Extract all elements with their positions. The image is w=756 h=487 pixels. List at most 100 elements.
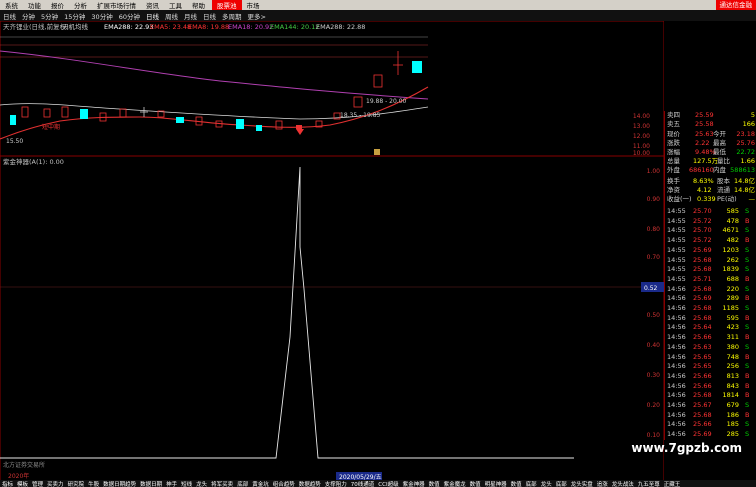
- ask-volume: 166: [742, 120, 755, 128]
- tick-volume: 262: [726, 255, 739, 264]
- indicator-tab[interactable]: 数值: [468, 480, 483, 487]
- period-tab[interactable]: 月线: [181, 11, 200, 21]
- indicator-tab[interactable]: 正藏王: [662, 480, 683, 487]
- tick-price: 25.68: [693, 284, 712, 293]
- period-tab[interactable]: 15分钟: [61, 11, 88, 21]
- period-tab[interactable]: 日线: [0, 11, 19, 21]
- indicator-tab[interactable]: 龙头战法: [610, 480, 636, 487]
- indicator-tab[interactable]: 研究院: [66, 480, 87, 487]
- broker-label: 通达信金融: [715, 0, 756, 10]
- indicator-tab[interactable]: 支撑阻力: [323, 480, 349, 487]
- indicator-tab[interactable]: 数值: [509, 480, 524, 487]
- indicator-tab[interactable]: 龙头实盘: [569, 480, 595, 487]
- tick-direction: S: [745, 362, 750, 371]
- menu-item[interactable]: 工具: [164, 0, 187, 10]
- indicator-tab[interactable]: 数值: [427, 480, 442, 487]
- indicator-tab[interactable]: 组合趋势: [271, 480, 297, 487]
- period-tab[interactable]: 日线: [143, 11, 162, 21]
- menu-item[interactable]: 扩展市场行情: [92, 0, 141, 10]
- period-tab[interactable]: 周线: [162, 11, 181, 21]
- tick-time: 14:56: [667, 410, 686, 419]
- tick-row: 14:55 25.72 482 B: [665, 236, 756, 245]
- tick-time: 14:56: [667, 304, 686, 312]
- indicator-tab[interactable]: 短线: [179, 480, 194, 487]
- period-tab[interactable]: 30分钟: [88, 11, 115, 21]
- indicator-tab[interactable]: 明星神器: [483, 480, 509, 487]
- period-tab[interactable]: 5分钟: [38, 11, 61, 21]
- price-tick: 11.00: [633, 143, 650, 150]
- stat-label: 涨跌: [667, 139, 680, 147]
- tick-price: 25.68: [693, 265, 712, 274]
- indicator-tab[interactable]: 将军买卖: [209, 480, 235, 487]
- tick-direction: S: [745, 255, 750, 264]
- menu-item[interactable]: 资讯: [141, 0, 164, 10]
- indicator-tab[interactable]: 龙头: [539, 480, 554, 487]
- tick-time: 14:56: [667, 284, 686, 293]
- ema-legend-item: 天机均线: [62, 22, 89, 31]
- indicator-tab[interactable]: 数据日期趋势: [101, 480, 138, 487]
- period-tab[interactable]: 分钟: [19, 11, 38, 21]
- candle-down: [256, 125, 262, 131]
- tick-row: 14:56 25.67 679 S: [665, 401, 756, 410]
- tick-row: 14:56 25.66 813 B: [665, 372, 756, 381]
- tick-direction: S: [745, 342, 750, 351]
- indicator-tab[interactable]: 追涨: [595, 480, 610, 487]
- tick-time: 14:56: [667, 420, 686, 429]
- tick-row: 14:56 25.68 220 S: [665, 285, 756, 294]
- tick-price: 25.72: [693, 216, 712, 225]
- menu-item-active[interactable]: 股票池: [212, 0, 242, 10]
- indicator-tab[interactable]: 底部: [554, 480, 569, 487]
- indicator-tab[interactable]: 70线通道: [349, 480, 377, 487]
- ema-legend: 天机均线 EMA288: 22.93 EMA5: 23.48 EMA8: 19.…: [62, 22, 365, 31]
- indicator-tab[interactable]: 管理: [30, 480, 45, 487]
- tick-row: 14:55 25.72 478 B: [665, 217, 756, 226]
- tick-price: 25.72: [693, 236, 712, 245]
- stat-value: 1.66: [740, 157, 755, 165]
- menu-item[interactable]: 报价: [46, 0, 69, 10]
- stat-label: 量比: [717, 157, 730, 165]
- indicator-tab[interactable]: 九五至尊: [636, 480, 662, 487]
- indicator-tab[interactable]: 底部: [235, 480, 250, 487]
- period-tab[interactable]: 60分钟: [116, 11, 143, 21]
- indicator-tab[interactable]: 底部: [524, 480, 539, 487]
- stat-label: 收益(一): [667, 195, 692, 203]
- candle-marker: [296, 125, 302, 129]
- tick-direction: B: [745, 371, 750, 380]
- indicator-tab[interactable]: CCI超级: [376, 480, 400, 487]
- menu-item[interactable]: 市场: [242, 0, 265, 10]
- price-tick: 14.00: [633, 113, 650, 120]
- indicator-tab[interactable]: 模板: [15, 480, 30, 487]
- menu-item[interactable]: 系统: [0, 0, 23, 10]
- chart-area[interactable]: 天齐锂业(日线,前复权) 天机均线 EMA288: 22.93 EMA5: 23…: [0, 21, 664, 483]
- menu-item[interactable]: 功能: [23, 0, 46, 10]
- indicator-tab[interactable]: 神手: [164, 480, 179, 487]
- indicator-tab[interactable]: 黄金坑: [250, 480, 271, 487]
- period-tab[interactable]: 更多>: [244, 11, 268, 21]
- indicator-tab[interactable]: 牛股: [86, 480, 101, 487]
- tick-row: 14:56 25.63 380 S: [665, 343, 756, 352]
- indicator-tab[interactable]: 紫金神器: [401, 480, 427, 487]
- indicator-tab[interactable]: 买卖力: [45, 480, 66, 487]
- tick-list[interactable]: 14:55 25.70 585 S 14:55 25.72 478 B 14:55 25.70 46…: [664, 207, 756, 440]
- watermark-text: www.7gpzb.com: [631, 441, 742, 455]
- period-tab[interactable]: 多周期: [219, 11, 245, 21]
- indicator-tab[interactable]: 数据趋势: [297, 480, 323, 487]
- indicator-tick: 0.40: [647, 342, 661, 349]
- info-marker[interactable]: [374, 149, 380, 155]
- indicator-tab[interactable]: 指标: [0, 480, 15, 487]
- tick-volume: 380: [726, 342, 739, 351]
- price-tick: 13.00: [633, 123, 650, 130]
- stat-value: 8.63%: [693, 177, 714, 185]
- tick-row: 14:55 25.69 1203 S: [665, 246, 756, 255]
- indicator-tab[interactable]: 紫金魔龙: [442, 480, 468, 487]
- menu-item[interactable]: 分析: [69, 0, 92, 10]
- menu-item[interactable]: 帮助: [187, 0, 210, 10]
- tick-volume: 289: [726, 294, 739, 303]
- stat-row: 现价 25.63 今开 23.18: [665, 130, 756, 139]
- tick-price: 25.70: [693, 207, 712, 215]
- stat-row: 换手 8.63% 股本 14.8亿: [665, 177, 756, 186]
- indicator-tab[interactable]: 数据日期: [138, 480, 164, 487]
- period-tab[interactable]: 日线: [200, 11, 219, 21]
- tick-time: 14:55: [667, 245, 686, 254]
- indicator-tab[interactable]: 龙头: [194, 480, 209, 487]
